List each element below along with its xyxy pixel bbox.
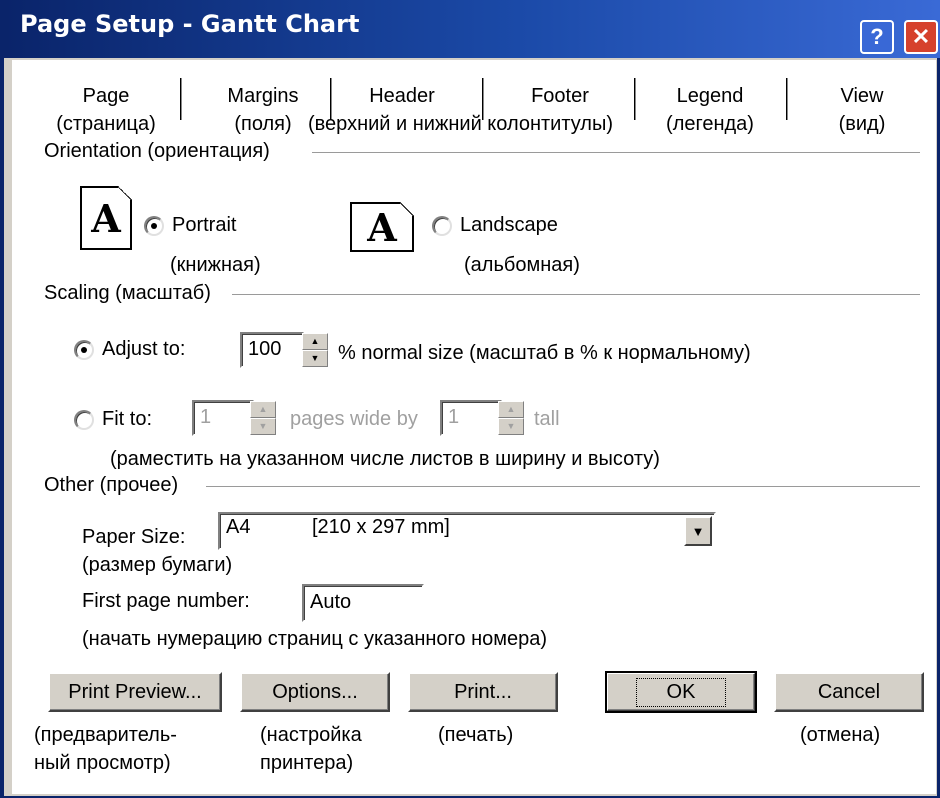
cancel-label-ru: (отмена) <box>800 724 881 746</box>
tab-margins[interactable]: Margins (поля) <box>208 82 318 138</box>
spin-up-icon[interactable]: ▲ <box>302 333 328 350</box>
fit-to-note: (раместить на указанном числе листов в ш… <box>110 448 660 470</box>
paper-size-select[interactable]: A4 [210 x 297 mm] ▼ <box>218 512 716 550</box>
print-label-ru: (печать) <box>438 724 514 746</box>
fit-to-label[interactable]: Fit to: <box>102 408 152 431</box>
portrait-label[interactable]: Portrait <box>172 214 236 237</box>
print-preview-label-ru-1: (предваритель- <box>34 724 177 746</box>
group-divider <box>232 294 920 296</box>
title-bar: Page Setup - Gantt Chart ? ✕ <box>4 0 940 58</box>
paper-size-dims: [210 x 297 mm] <box>312 516 450 538</box>
adjust-to-label[interactable]: Adjust to: <box>102 338 185 361</box>
chevron-down-icon[interactable]: ▼ <box>684 516 712 546</box>
fit-wide-spinner[interactable]: ▲ ▼ <box>250 401 276 435</box>
spin-up-icon[interactable]: ▲ <box>250 401 276 418</box>
tab-separator <box>180 78 182 120</box>
tab-label: Legend <box>676 85 744 107</box>
orientation-group-label: Orientation (ориентация) <box>44 140 270 162</box>
tab-header-footer-ru: (верхний и нижний колонтитулы) <box>308 113 613 135</box>
ok-label: OK <box>635 677 727 707</box>
group-divider <box>312 152 920 154</box>
portrait-radio[interactable] <box>144 216 164 236</box>
print-label: Print... <box>454 680 512 703</box>
print-preview-label: Print Preview... <box>68 680 202 703</box>
fit-tall-label: tall <box>534 408 560 430</box>
portrait-page-icon: A <box>80 186 132 250</box>
tab-view[interactable]: View (вид) <box>812 82 912 138</box>
options-label-ru-1: (настройка <box>260 724 362 746</box>
adjust-to-input[interactable]: 100 <box>240 332 304 368</box>
tab-header[interactable]: Header <box>342 82 462 110</box>
tab-label: Header <box>369 85 435 107</box>
tab-label-ru: (легенда) <box>666 113 754 135</box>
first-page-input[interactable]: Auto <box>302 584 424 622</box>
close-icon: ✕ <box>911 24 931 49</box>
scaling-group-label: Scaling (масштаб) <box>44 282 211 304</box>
print-button[interactable]: Print... <box>408 672 558 712</box>
fit-tall-input[interactable]: 1 <box>440 400 502 436</box>
cancel-label: Cancel <box>817 680 881 703</box>
other-group-label: Other (прочее) <box>44 474 179 496</box>
landscape-label[interactable]: Landscape <box>460 214 558 237</box>
landscape-page-icon: A <box>350 202 414 252</box>
help-button[interactable]: ? <box>860 20 894 54</box>
paper-size-value: A4 <box>226 516 251 538</box>
tab-label: Footer <box>531 85 589 107</box>
fit-wide-input[interactable]: 1 <box>192 400 254 436</box>
tab-page[interactable]: Page (страница) <box>46 82 166 138</box>
fit-wide-label: pages wide by <box>290 408 418 430</box>
cancel-button[interactable]: Cancel <box>774 672 924 712</box>
tab-label: Margins <box>227 85 299 107</box>
adjust-to-radio[interactable] <box>74 340 94 360</box>
options-label-ru-2: принтера) <box>260 752 354 774</box>
spin-down-icon[interactable]: ▼ <box>250 418 276 435</box>
print-preview-label-ru-2: ный просмотр) <box>34 752 171 774</box>
window-title: Page Setup - Gantt Chart <box>20 10 360 38</box>
close-button[interactable]: ✕ <box>904 20 938 54</box>
page-setup-dialog: Page Setup - Gantt Chart ? ✕ Page (стран… <box>0 0 940 798</box>
tab-separator <box>634 78 636 120</box>
help-icon: ? <box>870 24 884 49</box>
options-label: Options... <box>272 680 358 703</box>
adjust-to-suffix: % normal size (масштаб в % к нормальному… <box>338 342 751 364</box>
group-divider <box>206 486 920 488</box>
landscape-label-ru: (альбомная) <box>464 254 580 276</box>
spin-up-icon[interactable]: ▲ <box>498 401 524 418</box>
landscape-radio[interactable] <box>432 216 452 236</box>
adjust-to-spinner[interactable]: ▲ ▼ <box>302 333 328 367</box>
portrait-label-ru: (книжная) <box>170 254 261 276</box>
tab-label-ru: (страница) <box>56 113 156 135</box>
paper-size-label: Paper Size: <box>82 526 186 548</box>
tab-label: Page <box>82 85 130 107</box>
tab-legend[interactable]: Legend (легенда) <box>652 82 768 138</box>
first-page-note: (начать нумерацию страниц с указанного н… <box>82 628 548 650</box>
fit-to-radio[interactable] <box>74 410 94 430</box>
dialog-content: Page (страница) Margins (поля) Header Fo… <box>12 60 936 794</box>
print-preview-button[interactable]: Print Preview... <box>48 672 222 712</box>
paper-size-label-ru: (размер бумаги) <box>82 554 233 576</box>
tab-footer[interactable]: Footer <box>500 82 620 110</box>
ok-button[interactable]: OK <box>605 671 757 713</box>
spin-down-icon[interactable]: ▼ <box>498 418 524 435</box>
spin-down-icon[interactable]: ▼ <box>302 350 328 367</box>
tab-label: View <box>840 85 884 107</box>
tab-label-ru: (поля) <box>234 113 292 135</box>
options-button[interactable]: Options... <box>240 672 390 712</box>
tab-label-ru: (вид) <box>838 113 886 135</box>
fit-tall-spinner[interactable]: ▲ ▼ <box>498 401 524 435</box>
tab-separator <box>786 78 788 120</box>
first-page-label: First page number: <box>82 590 250 612</box>
